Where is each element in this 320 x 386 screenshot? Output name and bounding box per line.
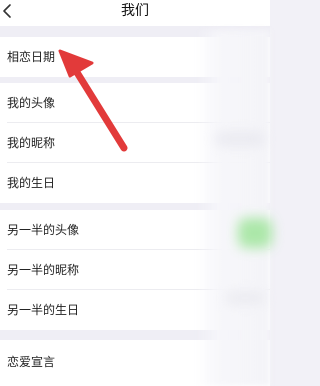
blurred-content-area bbox=[196, 30, 270, 386]
blurred-value-text bbox=[225, 292, 265, 304]
page-title: 我们 bbox=[121, 3, 149, 19]
settings-item-label: 另一半的昵称 bbox=[7, 263, 80, 277]
settings-item-label: 我的昵称 bbox=[7, 136, 56, 150]
blurred-value-text bbox=[215, 132, 265, 146]
settings-item-label: 我的头像 bbox=[7, 96, 56, 110]
settings-item-label: 恋爱宣言 bbox=[7, 355, 56, 369]
settings-item-label: 相恋日期 bbox=[7, 50, 56, 64]
settings-item-label: 另一半的头像 bbox=[7, 223, 80, 237]
settings-item-label: 另一半的生日 bbox=[7, 303, 80, 317]
top-bar: 我们 bbox=[0, 0, 270, 26]
blurred-avatar-thumbnail bbox=[238, 218, 272, 248]
settings-item-label: 我的生日 bbox=[7, 176, 56, 190]
